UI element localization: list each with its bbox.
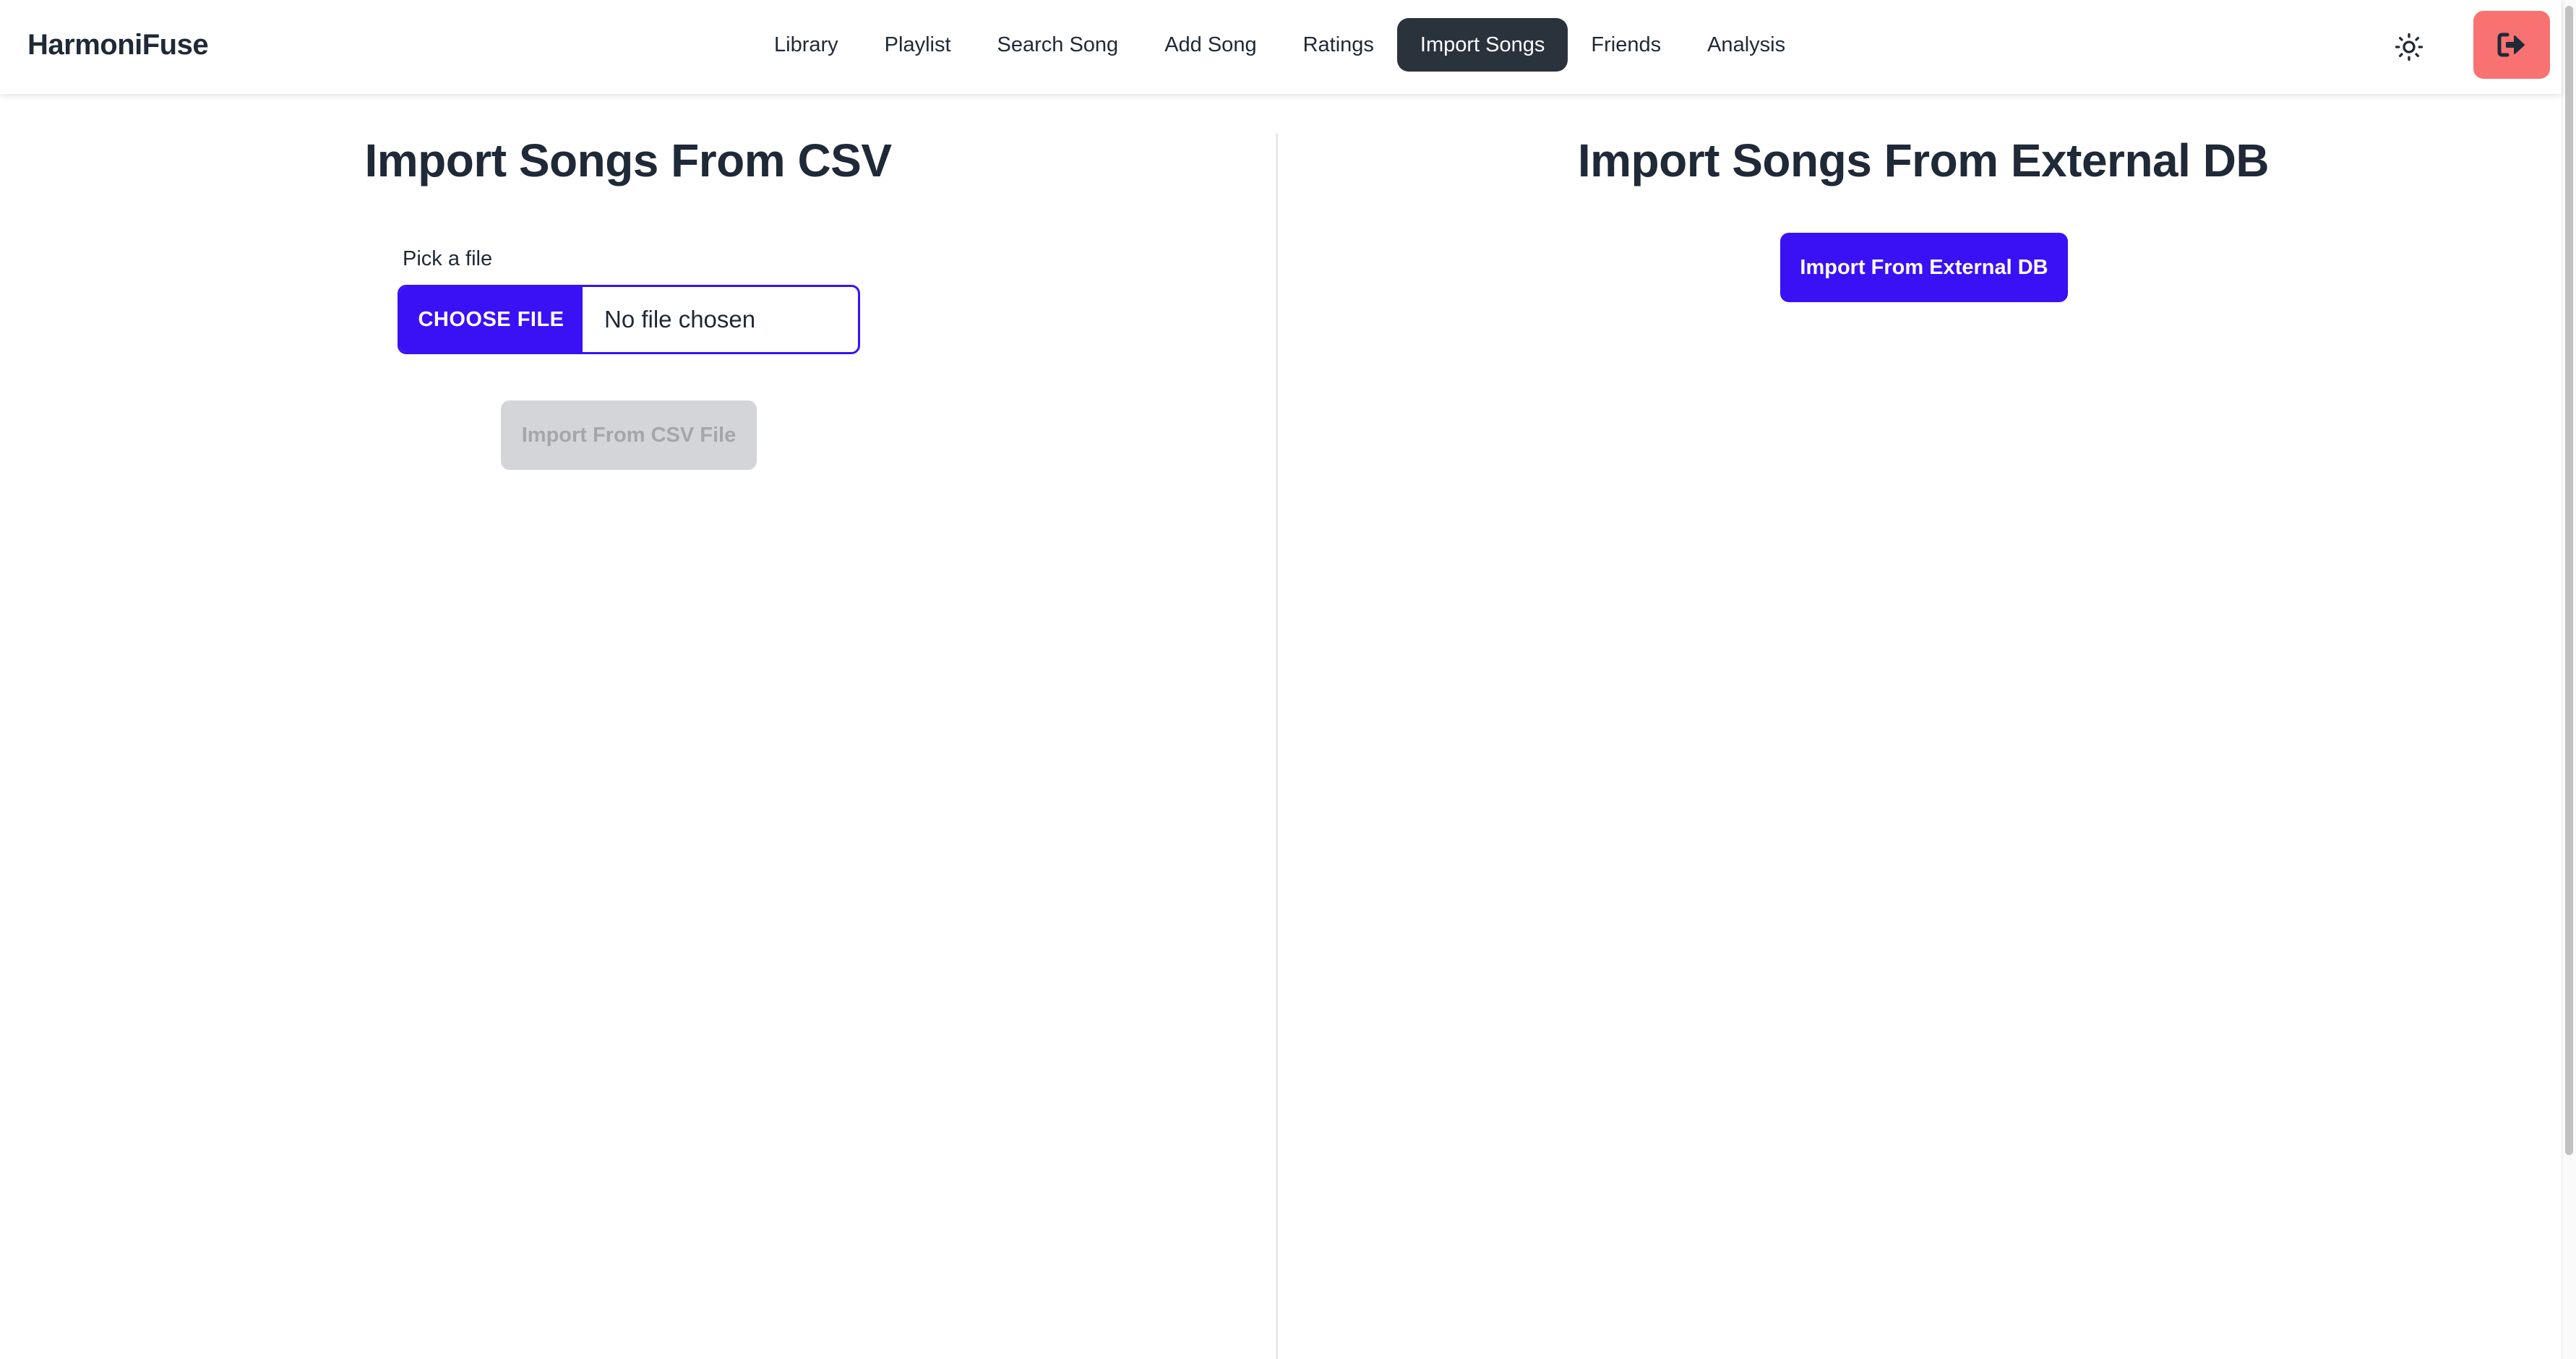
choose-file-button[interactable]: CHOOSE FILE: [400, 287, 583, 352]
top-navbar: HarmoniFuse Library Playlist Search Song…: [0, 0, 2562, 94]
panel-divider: [1276, 134, 1278, 1359]
csv-panel-title: Import Songs From CSV: [364, 134, 892, 187]
theme-toggle-button[interactable]: [2390, 27, 2429, 67]
main-nav: Library Playlist Search Song Add Song Ra…: [751, 18, 1808, 72]
nav-item-playlist[interactable]: Playlist: [862, 18, 974, 72]
nav-item-search-song[interactable]: Search Song: [974, 18, 1142, 72]
nav-item-add-song[interactable]: Add Song: [1141, 18, 1279, 72]
file-status-text: No file chosen: [604, 306, 756, 333]
sign-out-icon: [2497, 33, 2525, 57]
logout-button[interactable]: [2473, 11, 2550, 79]
csv-file-input[interactable]: CHOOSE FILE No file chosen: [398, 285, 860, 354]
scrollbar-thumb[interactable]: [2565, 6, 2573, 1155]
nav-item-import-songs[interactable]: Import Songs: [1396, 18, 1568, 72]
import-external-db-button[interactable]: Import From External DB: [1780, 233, 2068, 302]
sun-icon: [2395, 33, 2423, 61]
nav-item-library[interactable]: Library: [751, 18, 862, 72]
external-panel-title: Import Songs From External DB: [1577, 134, 2270, 187]
nav-item-ratings[interactable]: Ratings: [1280, 18, 1397, 72]
app-brand[interactable]: HarmoniFuse: [27, 26, 209, 64]
nav-item-analysis[interactable]: Analysis: [1684, 18, 1808, 72]
import-csv-button[interactable]: Import From CSV File: [501, 400, 757, 470]
nav-item-friends[interactable]: Friends: [1568, 18, 1684, 72]
file-picker-label: Pick a file: [403, 247, 493, 270]
